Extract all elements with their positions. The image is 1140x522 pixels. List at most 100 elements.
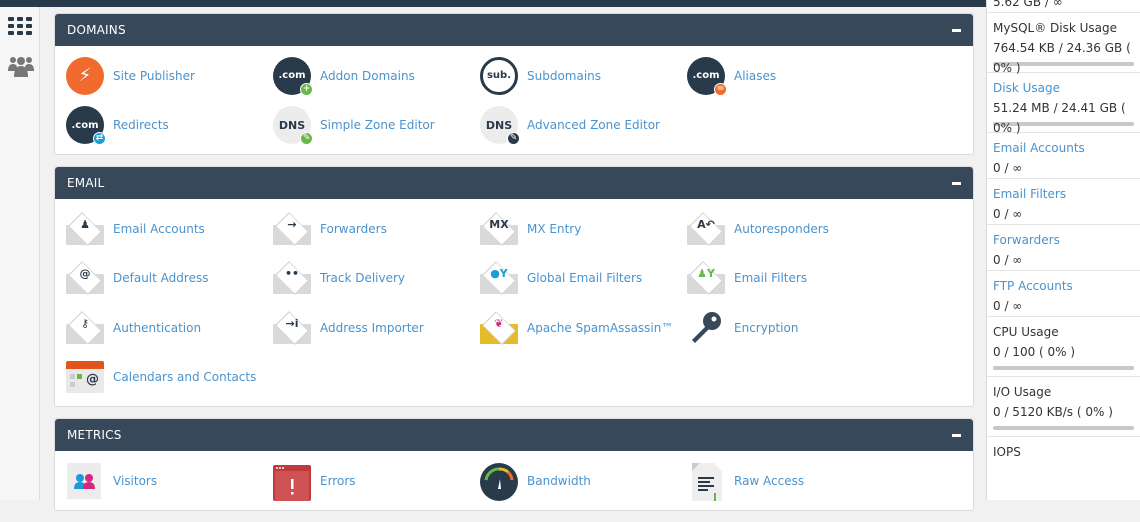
item-label: Errors	[320, 473, 356, 488]
address-importer-link[interactable]: →i Address Importer	[272, 303, 479, 353]
minus-icon[interactable]	[952, 182, 961, 185]
item-label: Autoresponders	[734, 221, 829, 236]
dotcom-equals-icon: .com =	[686, 56, 727, 96]
item-label: Email Filters	[734, 271, 808, 286]
stat-disk-usage: Disk Usage 51.24 MB / 24.41 GB ( 0% )	[987, 73, 1140, 135]
stat-name: IOPS	[993, 445, 1021, 459]
addon-domains-link[interactable]: .com + Addon Domains	[272, 51, 479, 101]
envelope-mx-icon: MX	[479, 209, 519, 249]
item-label: Address Importer	[320, 320, 424, 335]
email-accounts-link[interactable]: ♟ Email Accounts	[65, 204, 272, 254]
envelope-arrow-icon: →	[272, 209, 312, 249]
stat-email-accounts: Email Accounts 0 / ∞	[987, 133, 1140, 179]
forwarders-link[interactable]: → Forwarders	[272, 204, 479, 254]
stat-value: 0 / 100 ( 0% )	[993, 345, 1076, 359]
item-label: Addon Domains	[320, 68, 415, 83]
encryption-link[interactable]: Encryption	[686, 303, 893, 353]
calendars-contacts-link[interactable]: @ Calendars and Contacts	[65, 353, 272, 403]
stat-iops: IOPS	[987, 437, 1140, 462]
users-icon	[8, 57, 34, 77]
dotcom-plus-icon: .com +	[272, 56, 313, 96]
email-filters-stat-link[interactable]: Email Filters	[993, 184, 1134, 204]
envelope-import-icon: →i	[272, 308, 312, 348]
dotcom-redirect-icon: .com ⇄	[65, 105, 106, 146]
panel-title: DOMAINS	[67, 23, 126, 37]
metrics-panel-header[interactable]: METRICS	[55, 419, 973, 451]
grid-icon	[8, 17, 32, 35]
autoresponders-link[interactable]: A↶ Autoresponders	[686, 204, 893, 254]
default-address-link[interactable]: @ Default Address	[65, 254, 272, 304]
envelope-globe-filter-icon: ●Y	[479, 258, 519, 298]
advanced-zone-editor-link[interactable]: DNS ✎ Advanced Zone Editor	[479, 101, 686, 151]
forwarders-stat-link[interactable]: Forwarders	[993, 230, 1134, 250]
disk-usage-link[interactable]: Disk Usage	[993, 78, 1134, 98]
stat-name: MySQL® Disk Usage	[993, 21, 1117, 35]
main-content: DOMAINS ⚡ Site Publisher .com + Addon Dom…	[54, 13, 974, 522]
usage-bar	[993, 366, 1134, 370]
stat-value: 0 / ∞	[993, 207, 1023, 221]
item-label: Global Email Filters	[527, 271, 643, 286]
item-label: Track Delivery	[320, 271, 406, 286]
mx-entry-link[interactable]: MX MX Entry	[479, 204, 686, 254]
envelope-reply-icon: A↶	[686, 209, 726, 249]
stat-cpu-usage: CPU Usage 0 / 100 ( 0% )	[987, 317, 1140, 377]
subdomains-link[interactable]: sub. Subdomains	[479, 51, 686, 101]
stat-value: 51.24 MB / 24.41 GB ( 0% )	[993, 101, 1126, 135]
stat-ftp-accounts: FTP Accounts 0 / ∞	[987, 271, 1140, 317]
panel-title: EMAIL	[67, 176, 105, 190]
spamassassin-link[interactable]: ❦ Apache SpamAssassin™	[479, 303, 686, 353]
stat-value: 0 / 5120 KB/s ( 0% )	[993, 405, 1113, 419]
redirects-link[interactable]: .com ⇄ Redirects	[65, 101, 272, 151]
envelope-footprints-icon: ••	[272, 258, 312, 298]
aliases-link[interactable]: .com = Aliases	[686, 51, 893, 101]
item-label: Bandwidth	[527, 473, 591, 488]
metrics-panel: METRICS Visitors Errors Bandwidth Raw Ac…	[54, 418, 974, 511]
key-icon	[686, 308, 726, 348]
item-label: Visitors	[113, 473, 158, 488]
stat-email-filters: Email Filters 0 / ∞	[987, 179, 1140, 225]
track-delivery-link[interactable]: •• Track Delivery	[272, 254, 479, 304]
simple-zone-editor-link[interactable]: DNS ✎ Simple Zone Editor	[272, 101, 479, 151]
item-label: Encryption	[734, 320, 799, 335]
item-label: Raw Access	[734, 473, 805, 488]
stat-value: 0 / ∞	[993, 161, 1023, 175]
bandwidth-link[interactable]: Bandwidth	[479, 456, 686, 506]
authentication-link[interactable]: ⚷ Authentication	[65, 303, 272, 353]
lightning-icon: ⚡	[65, 56, 105, 96]
envelope-user-icon: ♟	[65, 209, 105, 249]
minus-icon[interactable]	[952, 29, 961, 32]
stat-value: 764.54 KB / 24.36 GB ( 0% )	[993, 41, 1131, 75]
user-manager-nav-button[interactable]	[0, 47, 40, 87]
tools-nav-button[interactable]	[0, 7, 40, 47]
visitors-link[interactable]: Visitors	[65, 456, 272, 506]
minus-icon[interactable]	[952, 434, 961, 437]
ftp-accounts-stat-link[interactable]: FTP Accounts	[993, 276, 1134, 296]
stat-mysql-disk-usage: MySQL® Disk Usage 764.54 KB / 24.36 GB (…	[987, 13, 1140, 75]
item-label: Aliases	[734, 68, 777, 83]
email-accounts-stat-link[interactable]: Email Accounts	[993, 138, 1134, 158]
stat-name: I/O Usage	[993, 385, 1052, 399]
raw-log-icon	[686, 461, 726, 501]
email-panel: EMAIL ♟ Email Accounts → Forwarders MX M…	[54, 166, 974, 407]
stat-bandwidth: 5.62 GB / ∞	[987, 0, 1140, 13]
domains-panel-header[interactable]: DOMAINS	[55, 14, 973, 46]
left-nav	[0, 7, 40, 500]
global-email-filters-link[interactable]: ●Y Global Email Filters	[479, 254, 686, 304]
envelope-feather-icon: ❦	[479, 308, 519, 348]
errors-link[interactable]: Errors	[272, 456, 479, 506]
stat-value: 5.62 GB / ∞	[993, 0, 1063, 9]
calendar-at-icon: @	[65, 357, 105, 397]
item-label: Calendars and Contacts	[113, 370, 257, 385]
domains-panel: DOMAINS ⚡ Site Publisher .com + Addon Dom…	[54, 13, 974, 155]
item-label: Advanced Zone Editor	[527, 118, 660, 133]
visitors-icon	[65, 461, 105, 501]
raw-access-link[interactable]: Raw Access	[686, 456, 893, 506]
item-label: MX Entry	[527, 221, 582, 236]
site-publisher-link[interactable]: ⚡ Site Publisher	[65, 51, 272, 101]
email-panel-header[interactable]: EMAIL	[55, 167, 973, 199]
dns-edit-icon: DNS ✎	[272, 105, 313, 146]
stat-name: CPU Usage	[993, 325, 1059, 339]
email-filters-link[interactable]: ♟Y Email Filters	[686, 254, 893, 304]
item-label: Authentication	[113, 320, 202, 335]
item-label: Forwarders	[320, 221, 387, 236]
